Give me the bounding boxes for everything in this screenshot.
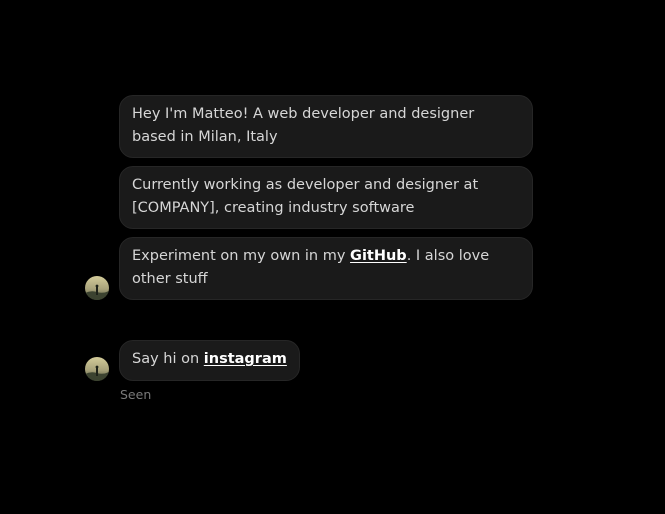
- message-bubble-github: Experiment on my own in my GitHub. I als…: [119, 237, 533, 300]
- message-text-instagram-before: Say hi on: [132, 351, 204, 367]
- avatar: [85, 357, 109, 381]
- instagram-link[interactable]: instagram: [204, 351, 287, 367]
- message-bubble-work: Currently working as developer and desig…: [119, 166, 533, 229]
- message-text-github-before: Experiment on my own in my: [132, 248, 351, 264]
- chat-page: Hey I'm Matteo! A web developer and desi…: [0, 0, 665, 514]
- message-bubble-instagram: Say hi on instagram: [119, 340, 300, 381]
- seen-status: Seen: [120, 387, 152, 402]
- avatar-photo-icon: [85, 276, 109, 300]
- message-text-intro: Hey I'm Matteo! A web developer and desi…: [132, 106, 475, 145]
- avatar: [85, 276, 109, 300]
- message-text-work: Currently working as developer and desig…: [132, 177, 479, 216]
- github-link[interactable]: GitHub: [350, 248, 407, 264]
- message-bubble-intro: Hey I'm Matteo! A web developer and desi…: [119, 95, 533, 158]
- avatar-photo-icon: [85, 357, 109, 381]
